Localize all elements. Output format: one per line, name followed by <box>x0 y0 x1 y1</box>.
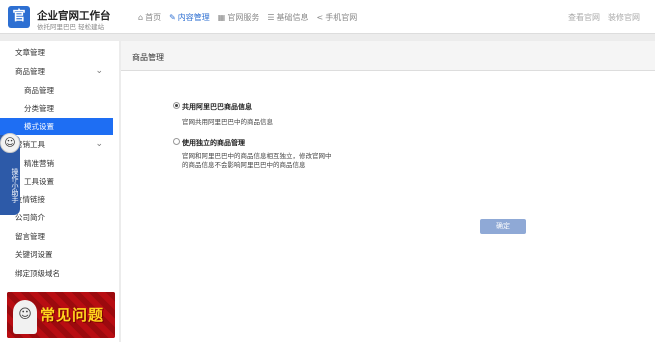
panel-title: 商品管理 <box>132 53 164 62</box>
nav-basic-label: 基础信息 <box>276 13 309 22</box>
shared-products-desc: 官网共用阿里巴巴中的商品信息 <box>182 118 273 126</box>
faq-banner[interactable]: ☺ 常见问题 <box>7 292 115 338</box>
share-icon: < <box>316 13 324 22</box>
panel-header: 商品管理 <box>121 41 655 71</box>
sidebar-item-keywords[interactable]: 关键词设置 <box>0 246 113 263</box>
faq-title: 常见问题 <box>40 306 105 324</box>
person-icon: ☺ <box>13 300 37 334</box>
sidebar-item-label: 商品管理 <box>15 67 45 76</box>
sidebar-item-categories[interactable]: 分类管理 <box>0 100 113 117</box>
nav-mobile-label: 手机官网 <box>325 13 358 22</box>
list-icon: ☰ <box>267 13 275 22</box>
nav-content-management[interactable]: ✎ 内容管理 <box>169 12 210 23</box>
header-links: 查看官网 装修官网 <box>568 12 640 23</box>
independent-products-desc-line2: 的商品信息不会影响阿里巴巴中的商品信息 <box>182 161 306 169</box>
nav-service-label: 官网服务 <box>227 13 260 22</box>
decorate-site-link[interactable]: 装修官网 <box>608 12 640 23</box>
sidebar-item-products[interactable]: 商品管理 ⌄ <box>0 63 113 80</box>
chevron-down-icon: ⌄ <box>95 139 103 149</box>
top-header: 官 企业官网工作台 依托阿里巴巴 轻松建站 ⌂ 首页 ✎ 内容管理 ▦ 官网服务 ☰ 基… <box>0 0 655 34</box>
nav-mobile-site[interactable]: < 手机官网 <box>317 12 358 23</box>
brand-subtitle: 依托阿里巴巴 轻松建站 <box>37 23 105 31</box>
confirm-button[interactable]: 确定 <box>480 219 526 234</box>
sidebar-item-messages[interactable]: 留言管理 <box>0 228 113 245</box>
sidebar-item-product-management[interactable]: 商品管理 <box>0 82 113 99</box>
sidebar-item-mode-settings[interactable]: 模式设置 <box>0 118 113 135</box>
nav-site-service[interactable]: ▦ 官网服务 <box>218 12 260 23</box>
top-nav: ⌂ 首页 ✎ 内容管理 ▦ 官网服务 ☰ 基础信息 < 手机官网 <box>138 12 357 23</box>
service-icon: ▦ <box>217 13 226 22</box>
content-panel: 商品管理 共用阿里巴巴商品信息 官网共用阿里巴巴中的商品信息 使用独立的商品管理… <box>121 41 655 342</box>
independent-products-radio[interactable] <box>173 138 180 145</box>
helper-avatar-icon[interactable]: ☺ <box>0 133 20 153</box>
sidebar-item-domain-binding[interactable]: 绑定顶级域名 <box>0 265 113 282</box>
nav-home-label: 首页 <box>145 13 162 22</box>
shared-products-label[interactable]: 共用阿里巴巴商品信息 <box>182 102 252 112</box>
nav-content-label: 内容管理 <box>177 13 210 22</box>
independent-products-label[interactable]: 使用独立的商品管理 <box>182 138 245 148</box>
shared-products-radio[interactable] <box>173 102 180 109</box>
edit-icon: ✎ <box>169 13 176 22</box>
logo-icon[interactable]: 官 <box>8 6 30 28</box>
chevron-down-icon: ⌄ <box>95 66 103 76</box>
nav-home[interactable]: ⌂ 首页 <box>138 12 161 23</box>
sidebar-item-articles[interactable]: 文章管理 <box>0 44 113 61</box>
view-site-link[interactable]: 查看官网 <box>568 12 600 23</box>
home-icon: ⌂ <box>138 13 144 22</box>
nav-basic-info[interactable]: ☰ 基础信息 <box>267 12 308 23</box>
